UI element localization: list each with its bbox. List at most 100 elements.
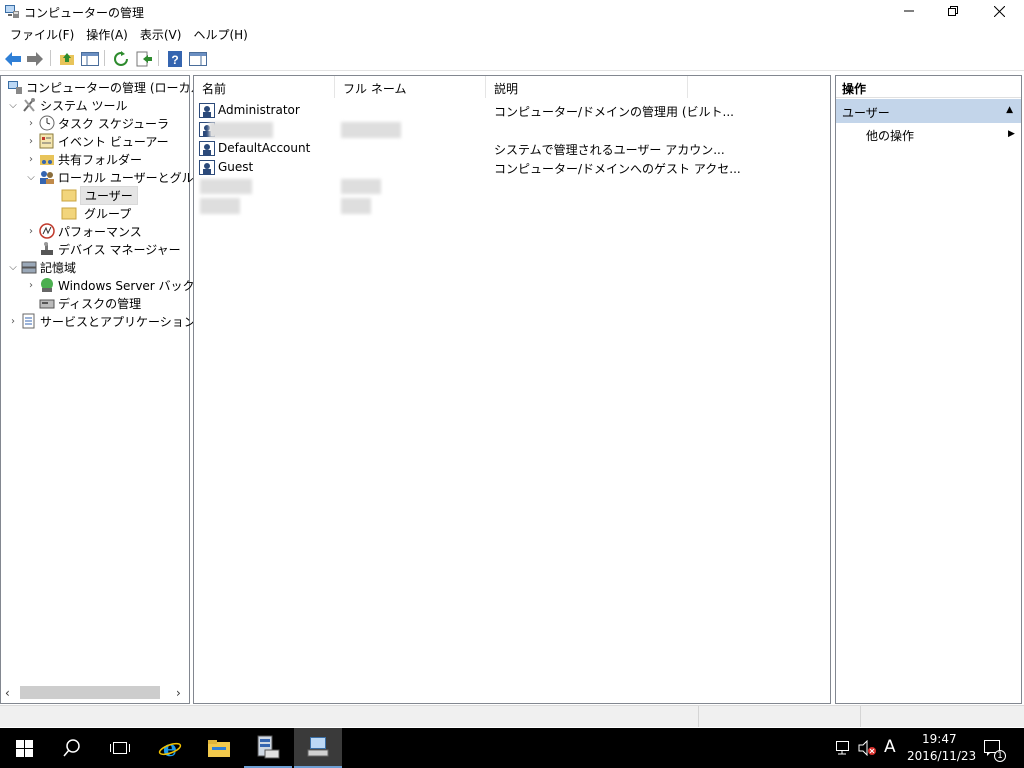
chevron-down-icon[interactable]: ⌵ (25, 171, 37, 183)
submenu-arrow-icon[interactable]: ▶ (1008, 129, 1015, 139)
show-hide-action-pane-button[interactable] (188, 49, 208, 68)
tree-label: グループ (84, 206, 132, 221)
tree-root[interactable]: コンピューターの管理 (ローカル) (5, 78, 207, 96)
user-name: DefaultAccount (218, 141, 311, 155)
toolbar-separator (104, 50, 105, 66)
computer-management-button[interactable] (294, 728, 342, 768)
actions-pane: 操作 ユーザー ▲ 他の操作 ▶ (835, 75, 1022, 704)
folder-icon (61, 205, 77, 221)
clock-time[interactable]: 19:47 (922, 732, 957, 746)
tree-label: システム ツール (40, 98, 128, 113)
tree-disk-management[interactable]: ディスクの管理 (37, 294, 141, 312)
tree-label: 記憶域 (40, 260, 77, 275)
chevron-right-icon[interactable]: › (7, 315, 19, 327)
title-bar: コンピューターの管理 (0, 0, 1024, 23)
user-description: システムで管理されるユーザー アカウン... (494, 143, 725, 157)
table-row[interactable] (199, 196, 819, 215)
chevron-right-icon[interactable]: › (25, 135, 37, 147)
back-button[interactable] (3, 49, 23, 68)
export-list-button[interactable] (134, 49, 154, 68)
performance-icon (39, 223, 55, 239)
scrollbar-thumb[interactable] (20, 686, 160, 699)
tree-performance[interactable]: › パフォーマンス (25, 222, 142, 240)
column-header-description[interactable]: 説明 (486, 76, 688, 98)
tree-label: デバイス マネージャー (58, 242, 181, 257)
search-icon (63, 739, 80, 757)
tree-label: タスク スケジューラ (58, 116, 169, 131)
menu-file[interactable]: ファイル(F) (4, 23, 80, 44)
tree-windows-backup[interactable]: › Windows Server バックア (25, 276, 207, 294)
search-button[interactable] (48, 728, 96, 768)
tree-storage[interactable]: ⌵ 記憶域 (7, 258, 76, 276)
internet-explorer-button[interactable]: e (146, 728, 194, 768)
horizontal-scrollbar[interactable]: ‹ › (2, 683, 188, 702)
minimize-button[interactable] (886, 0, 932, 22)
notification-badge: 1 (994, 750, 1006, 762)
table-row[interactable]: DefaultAccount システムで管理されるユーザー アカウン... (199, 139, 819, 158)
task-view-button[interactable] (96, 728, 144, 768)
show-hide-tree-button[interactable] (80, 49, 100, 68)
menu-action[interactable]: 操作(A) (80, 23, 134, 44)
refresh-button[interactable] (111, 49, 131, 68)
table-row[interactable] (199, 177, 819, 196)
scroll-left-icon[interactable]: ‹ (5, 686, 10, 700)
refresh-icon (114, 50, 128, 66)
column-header-name[interactable]: 名前 (194, 76, 335, 98)
server-manager-icon (257, 735, 280, 759)
clock-date[interactable]: 2016/11/23 (907, 749, 976, 763)
table-row[interactable] (199, 120, 819, 139)
chevron-right-icon[interactable]: › (25, 279, 37, 291)
tree-services-apps[interactable]: › サービスとアプリケーション (7, 312, 196, 330)
tree-event-viewer[interactable]: › イベント ビューアー (25, 132, 169, 150)
chevron-right-icon[interactable]: › (25, 117, 37, 129)
chevron-down-icon[interactable]: ⌵ (7, 99, 19, 111)
tree-system-tools[interactable]: ⌵ システム ツール (7, 96, 127, 114)
toolbar-separator (50, 50, 51, 66)
up-level-button[interactable] (57, 49, 77, 68)
user-list[interactable]: 名前 フル ネーム 説明 Administrator コンピューター/ドメインの… (193, 75, 831, 704)
tree-groups[interactable]: グループ (59, 204, 131, 222)
ime-indicator[interactable]: A (884, 737, 896, 757)
device-manager-icon (39, 241, 55, 257)
file-explorer-button[interactable] (195, 728, 243, 768)
scroll-right-icon[interactable]: › (176, 686, 181, 700)
user-name: Administrator (218, 103, 300, 117)
chevron-right-icon[interactable]: › (25, 153, 37, 165)
console-tree[interactable]: コンピューターの管理 (ローカル) ⌵ システム ツール › タスク スケジュー… (0, 75, 217, 704)
computer-management-icon (4, 3, 20, 19)
shared-folder-icon (39, 151, 55, 167)
menu-view[interactable]: 表示(V) (134, 23, 188, 44)
restore-button[interactable] (930, 0, 976, 22)
users-group-icon (39, 169, 55, 185)
tree-device-manager[interactable]: デバイス マネージャー (37, 240, 181, 258)
more-actions-item[interactable]: 他の操作 (866, 127, 914, 144)
backup-icon (39, 277, 55, 293)
collapse-up-icon[interactable]: ▲ (1006, 105, 1013, 115)
chevron-down-icon[interactable]: ⌵ (7, 261, 19, 273)
tree-local-users-groups[interactable]: ⌵ ローカル ユーザーとグループ (25, 168, 217, 186)
actions-section-label: ユーザー (842, 106, 890, 120)
help-icon: ? (168, 50, 182, 67)
server-manager-button[interactable] (244, 728, 292, 768)
window-title: コンピューターの管理 (24, 6, 145, 20)
close-button[interactable] (976, 0, 1022, 22)
forward-button[interactable] (25, 49, 45, 68)
menu-help[interactable]: ヘルプ(H) (187, 23, 253, 44)
volume-muted-icon[interactable] (858, 739, 876, 759)
chevron-right-icon[interactable]: › (25, 225, 37, 237)
network-icon[interactable] (836, 741, 852, 758)
start-button[interactable] (0, 728, 48, 768)
actions-section-users[interactable]: ユーザー ▲ (836, 99, 1021, 123)
disk-icon (39, 295, 55, 311)
column-header-fullname[interactable]: フル ネーム (335, 76, 486, 98)
user-description: コンピューター/ドメインの管理用 (ビルト... (494, 105, 734, 119)
redacted-fullname (341, 198, 371, 214)
table-row[interactable]: Administrator コンピューター/ドメインの管理用 (ビルト... (199, 101, 819, 120)
storage-icon (21, 259, 37, 275)
table-row[interactable]: Guest コンピューター/ドメインへのゲスト アクセ... (199, 158, 819, 177)
tree-shared-folders[interactable]: › 共有フォルダー (25, 150, 142, 168)
tree-label: ディスクの管理 (58, 296, 142, 311)
tree-users[interactable]: ユーザー (59, 185, 138, 205)
help-button[interactable]: ? (165, 49, 185, 68)
tree-task-scheduler[interactable]: › タスク スケジューラ (25, 114, 169, 132)
